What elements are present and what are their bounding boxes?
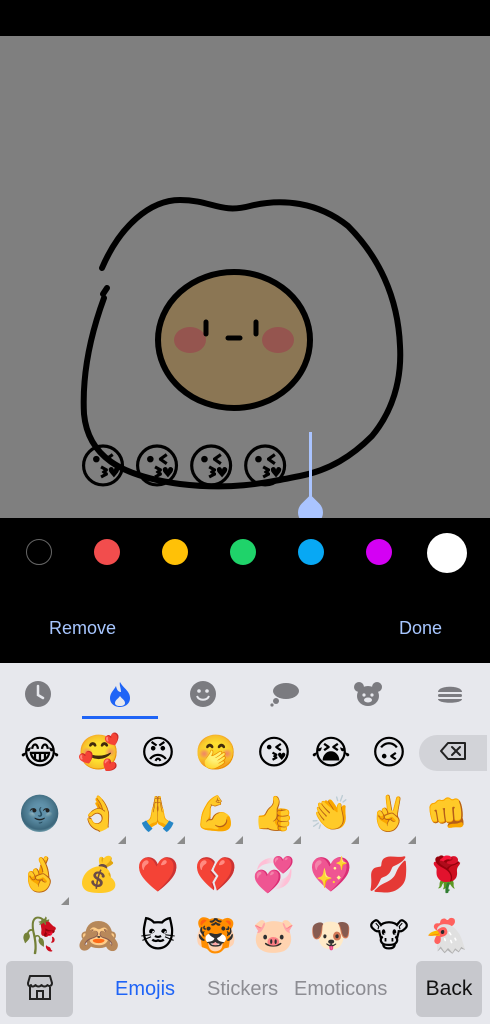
inserted-emoji-text[interactable]: 😘😘😘😘 <box>78 438 294 496</box>
color-swatch-white[interactable] <box>427 533 467 573</box>
emoji-key[interactable]: 🙈 <box>75 912 123 960</box>
tab-emoticons[interactable]: Emoticons <box>294 978 387 1001</box>
emoji-key[interactable]: 💞 <box>250 851 298 899</box>
emoji-key[interactable]: 🥰 <box>75 729 123 777</box>
emoji-key[interactable]: 🌚 <box>16 790 64 838</box>
emoji-key[interactable]: 🐶 <box>307 912 355 960</box>
emoji-key[interactable]: 💰 <box>75 851 123 899</box>
emoji-key[interactable]: 💋 <box>365 851 413 899</box>
emoji-key[interactable]: 👏 <box>307 790 355 838</box>
sticker-store-button[interactable] <box>6 961 73 1017</box>
active-category-indicator <box>82 716 158 719</box>
emoji-key[interactable]: 🐔 <box>423 912 471 960</box>
emoji-key[interactable]: 🙏 <box>134 790 182 838</box>
color-swatch-blue[interactable] <box>298 539 324 565</box>
backspace-icon <box>439 741 467 765</box>
remove-button[interactable]: Remove <box>49 618 116 639</box>
emoji-key[interactable]: 🙃 <box>365 729 413 777</box>
emoji-key[interactable]: ❤️ <box>134 851 182 899</box>
skin-tone-indicator <box>293 836 301 844</box>
tab-emojis[interactable]: Emojis <box>115 978 175 1001</box>
emoji-key[interactable]: 🌹 <box>423 851 471 899</box>
color-swatch-yellow[interactable] <box>162 539 188 565</box>
emoji-key[interactable]: 💔 <box>192 851 240 899</box>
emoji-key[interactable]: 😂 <box>16 729 64 777</box>
tab-stickers[interactable]: Stickers <box>207 978 278 1001</box>
delete-key[interactable] <box>419 735 487 771</box>
emoji-key[interactable]: 🐷 <box>250 912 298 960</box>
skin-tone-indicator <box>235 836 243 844</box>
recent-icon[interactable] <box>20 676 56 712</box>
skin-tone-indicator <box>61 897 69 905</box>
emoji-key[interactable]: ✌️ <box>365 790 413 838</box>
skin-tone-indicator <box>408 836 416 844</box>
store-icon <box>25 973 55 1005</box>
color-swatch-purple[interactable] <box>366 539 392 565</box>
emoji-key[interactable]: 😘 <box>250 729 298 777</box>
back-button[interactable]: Back <box>416 961 482 1017</box>
skin-tone-indicator <box>118 836 126 844</box>
emoji-key[interactable]: 🐯 <box>192 912 240 960</box>
status-bar <box>0 0 490 36</box>
emoji-key[interactable]: 👍 <box>250 790 298 838</box>
emoji-key[interactable]: 🤞 <box>16 851 64 899</box>
done-button[interactable]: Done <box>399 618 442 639</box>
emoji-key[interactable]: 👊 <box>423 790 471 838</box>
emoji-key[interactable]: 🐱 <box>134 912 182 960</box>
animal-icon[interactable] <box>350 676 386 712</box>
emoji-key[interactable]: 💪 <box>192 790 240 838</box>
thought-bubble-icon[interactable] <box>267 676 303 712</box>
emoji-key[interactable]: 🤭 <box>192 729 240 777</box>
emoji-key[interactable]: 💖 <box>307 851 355 899</box>
emoji-key[interactable]: 👌 <box>75 790 123 838</box>
smiley-icon[interactable] <box>185 676 221 712</box>
color-swatch-green[interactable] <box>230 539 256 565</box>
emoji-key[interactable]: 😭 <box>307 729 355 777</box>
emoji-key[interactable]: 🐮 <box>365 912 413 960</box>
skin-tone-indicator <box>351 836 359 844</box>
skin-tone-indicator <box>177 836 185 844</box>
emoji-key[interactable]: 😡 <box>134 729 182 777</box>
trending-icon[interactable] <box>102 676 138 712</box>
food-icon[interactable] <box>432 676 468 712</box>
emoji-key[interactable]: 🥀 <box>16 912 64 960</box>
color-swatch-red[interactable] <box>94 539 120 565</box>
color-swatch-black[interactable] <box>26 539 52 565</box>
